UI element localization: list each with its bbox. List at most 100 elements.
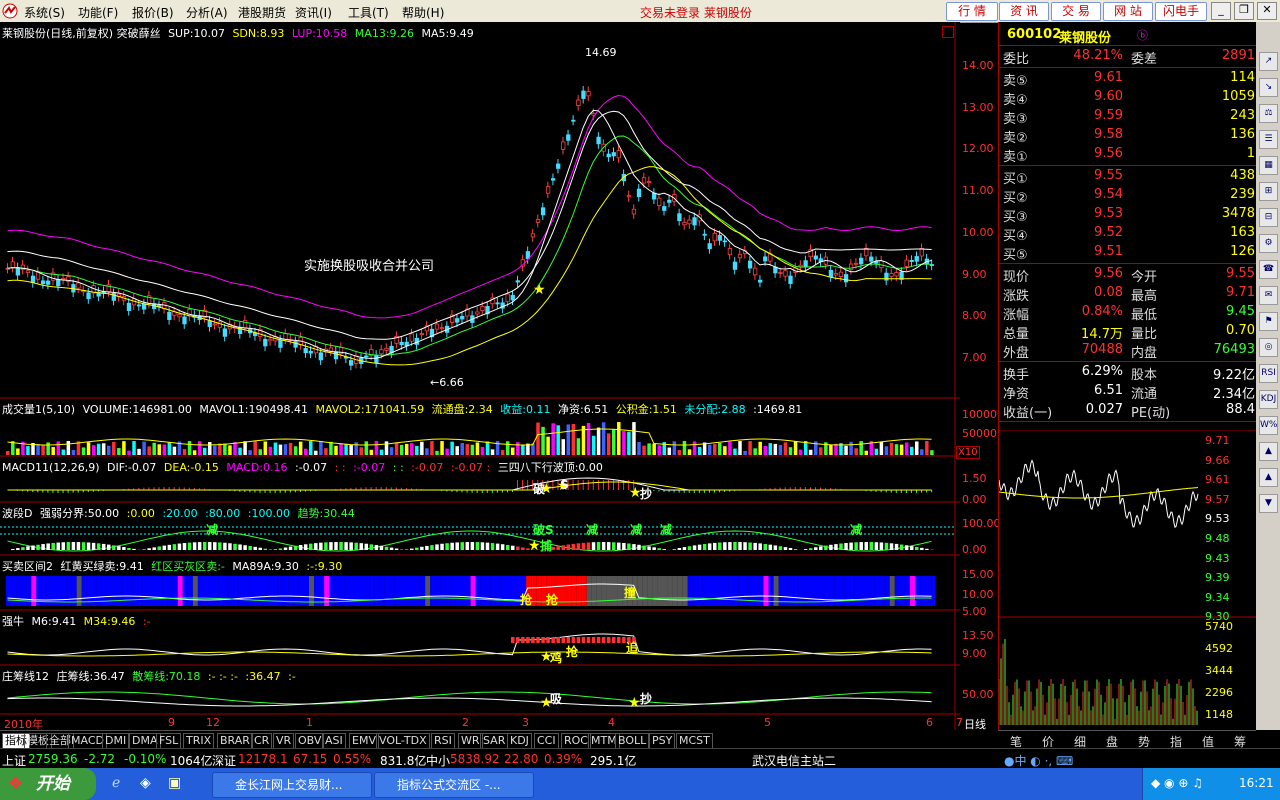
order-book-row[interactable]: 卖⑤ 9.61 114 — [999, 69, 1257, 89]
indicator-tab[interactable]: BRAR — [217, 733, 253, 749]
indicator-tab[interactable]: KDJ — [507, 733, 532, 749]
restore-icon[interactable]: ❐ — [1234, 2, 1254, 20]
chart-corner-box[interactable] — [942, 26, 954, 38]
start-button[interactable]: ❖ 开始 — [0, 768, 96, 800]
side-tool-icon[interactable]: ⚑ — [1259, 312, 1278, 331]
indicator-value: :36.47 — [241, 670, 281, 683]
indicator-tab[interactable]: VOL-TDX — [376, 733, 430, 749]
side-tool-icon[interactable]: ⊞ — [1259, 182, 1278, 201]
order-book-row[interactable]: 卖③ 9.59 243 — [999, 107, 1257, 127]
side-tool-icon[interactable]: ◎ — [1259, 338, 1278, 357]
taskbar-item-trading[interactable]: 金长江网上交易财... — [212, 772, 372, 798]
side-tool-icon[interactable]: ▲ — [1259, 468, 1278, 487]
indicator-tab[interactable]: EMV — [349, 733, 379, 749]
chip-panel-header: 庄筹线12 庄筹线:36.47 散筹线:70.18 :- :- :- :36.4… — [2, 668, 296, 684]
side-tool-icon[interactable]: ▼ — [1259, 494, 1278, 513]
order-book-row[interactable]: 卖① 9.56 1 — [999, 145, 1257, 165]
macd-panel-title: MACD11(12,26,9) — [2, 461, 100, 474]
quicklaunch-icon[interactable]: ◈ — [140, 775, 151, 791]
side-tool-icon[interactable]: ↗ — [1259, 52, 1278, 71]
website-button[interactable]: 网 站 — [1103, 2, 1153, 21]
side-tool-icon[interactable]: ☰ — [1259, 130, 1278, 149]
taskbar-item-forum[interactable]: 指标公式交流区 -... — [374, 772, 534, 798]
quicklaunch-folder-icon[interactable]: ▣ — [168, 775, 181, 791]
indicator-tab[interactable]: WR — [458, 733, 483, 749]
indicator-tab[interactable]: ASI — [322, 733, 346, 749]
order-book-row[interactable]: 买③ 9.53 3478 — [999, 205, 1257, 225]
side-tool-icon[interactable]: KDJ — [1259, 390, 1278, 409]
side-tool-icon[interactable]: ⚖ — [1259, 104, 1278, 123]
volume-unit: X10 — [956, 446, 980, 459]
menu-help[interactable]: 帮助(H) — [402, 4, 444, 21]
wave-panel-header: 波段D 强弱分界:50.00 :0.00 :20.00 :80.00 :100.… — [2, 505, 355, 521]
close-icon[interactable]: ✕ — [1257, 2, 1277, 20]
order-book-label: 买② — [1003, 191, 1028, 206]
indicator-tab[interactable]: OBV — [295, 733, 325, 749]
flash-trade-button[interactable]: 闪电手 — [1155, 2, 1207, 21]
order-book-row[interactable]: 买① 9.55 438 — [999, 167, 1257, 187]
order-book-price: 9.52 — [1094, 225, 1123, 240]
signal-label: 破 — [533, 482, 546, 496]
tray-icons[interactable]: ◆ ◉ ⊕ ♫ — [1151, 776, 1203, 790]
order-book-row[interactable]: 买⑤ 9.51 126 — [999, 243, 1257, 263]
indicator-tab[interactable]: VR — [273, 733, 295, 749]
menu-analysis[interactable]: 分析(A) — [186, 4, 228, 21]
news-button[interactable]: 资 讯 — [999, 2, 1049, 21]
order-book-price: 9.54 — [1094, 187, 1123, 202]
quote-label: 最低 — [1131, 308, 1158, 323]
indicator-tab[interactable]: RSI — [431, 733, 455, 749]
ime-icon[interactable]: ●中 ◐ ·, ⌨ — [1004, 752, 1073, 769]
menu-quote[interactable]: 报价(B) — [132, 4, 174, 21]
side-tool-icon[interactable]: ⊟ — [1259, 208, 1278, 227]
zx-index-label: 中小 — [426, 754, 451, 768]
intraday-price-tick: 9.34 — [1205, 590, 1230, 604]
side-tool-icon[interactable]: RSI — [1259, 364, 1278, 383]
panel-tick-label: 0.00 — [962, 493, 987, 506]
indicator-tab[interactable]: ROC — [561, 733, 591, 749]
trade-button[interactable]: 交 易 — [1051, 2, 1101, 21]
indicator-tab[interactable]: MCST — [676, 733, 713, 749]
order-book-row[interactable]: 买④ 9.52 163 — [999, 224, 1257, 244]
menu-function[interactable]: 功能(F) — [78, 4, 118, 21]
order-book-row[interactable]: 卖② 9.58 136 — [999, 126, 1257, 146]
order-book-label: 买① — [1003, 172, 1028, 187]
intraday-price-tick: 9.43 — [1205, 551, 1230, 565]
indicator-tab[interactable]: FSL — [156, 733, 182, 749]
side-tool-icon[interactable]: ✉ — [1259, 286, 1278, 305]
quote-divider — [999, 361, 1257, 362]
period-label[interactable]: 日线 — [964, 716, 986, 732]
indicator-tab[interactable]: TRIX — [183, 733, 215, 749]
menu-tools[interactable]: 工具(T) — [348, 4, 389, 21]
indicator-tab[interactable]: BOLL — [615, 733, 650, 749]
quote-divider — [999, 263, 1257, 264]
minimize-icon[interactable]: _ — [1211, 2, 1231, 20]
time-tick-label: 4 — [608, 716, 615, 729]
menu-info[interactable]: 资讯(I) — [295, 4, 332, 21]
quote-value: 9.45 — [1226, 304, 1255, 319]
indicator-tab[interactable]: CR — [251, 733, 273, 749]
menu-system[interactable]: 系统(S) — [24, 4, 65, 21]
indicator-tab[interactable]: CCI — [534, 733, 559, 749]
order-book-volume: 1059 — [1221, 89, 1255, 104]
side-tool-icon[interactable]: ▦ — [1259, 156, 1278, 175]
quote-label: 量比 — [1131, 327, 1158, 342]
side-tool-icon[interactable]: ↘ — [1259, 78, 1278, 97]
quote-label: 外盘 — [1003, 346, 1030, 361]
market-button[interactable]: 行 情 — [946, 2, 998, 21]
indicator-value: :- :- :- — [204, 670, 238, 683]
order-book-row[interactable]: 买② 9.54 239 — [999, 186, 1257, 206]
side-tool-icon[interactable]: W% — [1259, 416, 1278, 435]
order-book-row[interactable]: 卖④ 9.60 1059 — [999, 88, 1257, 108]
side-tool-icon[interactable]: ▲ — [1259, 442, 1278, 461]
sh-index-pct: -0.10% — [124, 752, 167, 766]
indicator-tab[interactable]: PSY — [649, 733, 676, 749]
menu-hk-futures[interactable]: 港股期货 — [238, 4, 286, 21]
ie-icon[interactable]: ℯ — [112, 775, 120, 791]
indicator-tab[interactable]: SAR — [480, 733, 509, 749]
side-tool-icon[interactable]: ☎ — [1259, 260, 1278, 279]
bull-indicators: M6:9.41 M34:9.46 :- — [28, 615, 151, 628]
chart-area[interactable]: 莱钢股份(日线,前复权) 突破薛丝 SUP:10.07 SDN:8.93 LUP… — [0, 22, 1004, 731]
indicator-value: : : — [389, 461, 404, 474]
side-tool-icon[interactable]: ⚙ — [1259, 234, 1278, 253]
indicator-tab[interactable]: DMI — [102, 733, 130, 749]
